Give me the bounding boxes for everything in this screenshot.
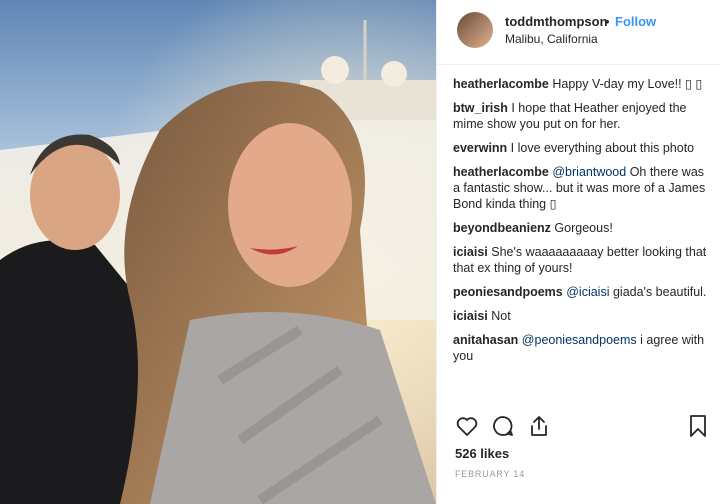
location-link[interactable]: Malibu, California: [505, 32, 598, 46]
like-count[interactable]: 526 likes: [455, 446, 509, 461]
comment-text: Gorgeous!: [554, 221, 613, 235]
share-icon[interactable]: [527, 414, 551, 443]
selfie-illustration: [0, 0, 436, 504]
comment: anitahasan @peoniesandpoems i agree with…: [453, 332, 711, 364]
comment-mention[interactable]: @iciaisi: [566, 285, 609, 299]
comment-username[interactable]: heatherlacombe: [453, 165, 549, 179]
post-date: FEBRUARY 14: [455, 469, 525, 479]
comment: everwinn I love everything about this ph…: [453, 140, 711, 156]
comment-text: Happy V-day my Love!! ▯ ▯: [552, 77, 703, 91]
comment-list: heatherlacombe Happy V-day my Love!! ▯ ▯…: [453, 76, 711, 372]
comment-text: Not: [491, 309, 511, 323]
comment-icon[interactable]: [491, 414, 515, 443]
bookmark-icon[interactable]: [687, 414, 709, 443]
comment-username[interactable]: peoniesandpoems: [453, 285, 563, 299]
follow-button[interactable]: Follow: [615, 14, 656, 29]
heart-icon[interactable]: [455, 414, 479, 443]
comment-username[interactable]: anitahasan: [453, 333, 518, 347]
comment-username[interactable]: iciaisi: [453, 245, 488, 259]
comment-text: She's waaaaaaaaay better looking that th…: [453, 245, 707, 275]
comment-mention[interactable]: @peoniesandpoems: [522, 333, 637, 347]
comment: beyondbeanienz Gorgeous!: [453, 220, 711, 236]
comment-username[interactable]: beyondbeanienz: [453, 221, 551, 235]
comment: btw_irish I hope that Heather enjoyed th…: [453, 100, 711, 132]
comment-username[interactable]: everwinn: [453, 141, 507, 155]
comment: iciaisi Not: [453, 308, 711, 324]
comment: iciaisi She's waaaaaaaaay better looking…: [453, 244, 711, 276]
post-header: toddmthompson • Follow Malibu, Californi…: [437, 0, 720, 65]
comment-text: I love everything about this photo: [510, 141, 695, 155]
post-photo: [0, 0, 436, 504]
comment: heatherlacombe Happy V-day my Love!! ▯ ▯: [453, 76, 711, 92]
post-side-panel: toddmthompson • Follow Malibu, Californi…: [436, 0, 720, 504]
comment-username[interactable]: btw_irish: [453, 101, 508, 115]
comment: peoniesandpoems @iciaisi giada's beautif…: [453, 284, 711, 300]
comment-username[interactable]: heatherlacombe: [453, 77, 549, 91]
comment-text: giada's beautiful.: [612, 285, 707, 299]
header-separator: •: [605, 14, 610, 29]
comment-mention[interactable]: @briantwood: [552, 165, 626, 179]
comment: heatherlacombe @briantwood Oh there was …: [453, 164, 711, 212]
comment-username[interactable]: iciaisi: [453, 309, 488, 323]
username-link[interactable]: toddmthompson: [505, 14, 608, 29]
avatar[interactable]: [457, 12, 493, 48]
action-bar: [453, 412, 711, 442]
